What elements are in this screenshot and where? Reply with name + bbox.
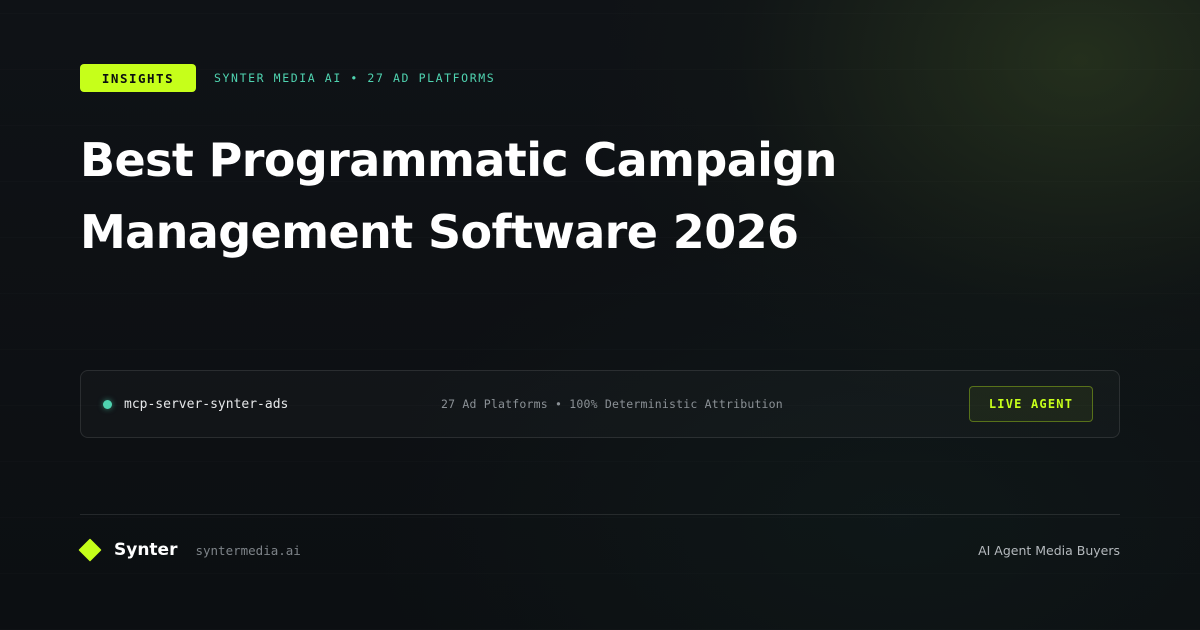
title-line-2: Management Software 2026 [80,205,799,259]
tagline: AI Agent Media Buyers [978,542,1120,558]
live-agent-button[interactable]: LIVE AGENT [969,386,1093,422]
eyebrow-text: SYNTER MEDIA AI • 27 AD PLATFORMS [214,71,496,85]
brand-name: Synter [114,540,178,560]
site-domain[interactable]: syntermedia.ai [195,543,300,558]
title-line-1: Best Programmatic Campaign [80,133,837,187]
server-name: mcp-server-synter-ads [124,396,289,412]
page-title: Best Programmatic Campaign Management So… [80,124,1120,268]
footer: Synter syntermedia.ai AI Agent Media Buy… [78,536,1120,564]
status-dot-icon [103,399,112,409]
top-row: INSIGHTS SYNTER MEDIA AI • 27 AD PLATFOR… [80,64,495,92]
diamond-logo-icon [78,538,102,562]
category-badge: INSIGHTS [80,64,196,92]
server-status-bar: mcp-server-synter-ads 27 Ad Platforms • … [80,370,1120,438]
platform-stats: 27 Ad Platforms • 100% Deterministic Att… [441,397,783,411]
footer-divider [80,514,1120,515]
